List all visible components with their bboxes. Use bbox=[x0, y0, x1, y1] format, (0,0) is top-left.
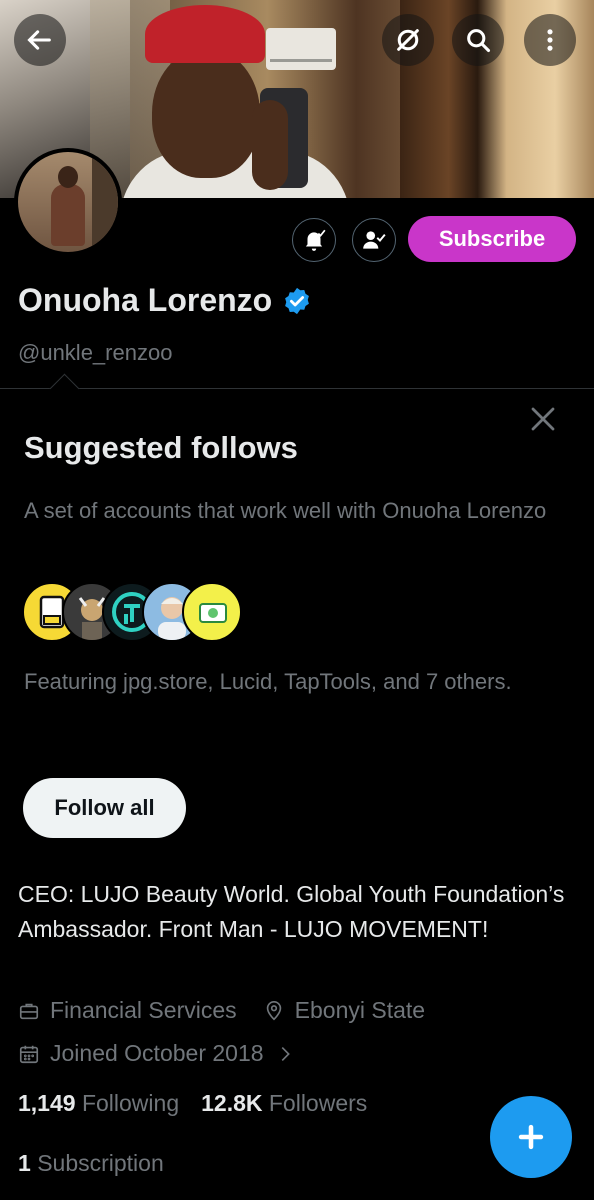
subscriptions-label: Subscription bbox=[37, 1150, 164, 1176]
search-button[interactable] bbox=[452, 14, 504, 66]
banner-air-conditioner bbox=[266, 28, 336, 70]
back-button[interactable] bbox=[14, 14, 66, 66]
profile-name-text: Onuoha Lorenzo bbox=[18, 282, 273, 318]
grok-button[interactable] bbox=[382, 14, 434, 66]
grok-icon bbox=[397, 29, 419, 51]
subscriptions-stat[interactable]: 1 Subscription bbox=[18, 1150, 164, 1177]
suggested-description: A set of accounts that work well with On… bbox=[24, 498, 547, 523]
compose-button[interactable] bbox=[490, 1096, 572, 1178]
chevron-right-icon bbox=[281, 1046, 290, 1061]
following-person-icon bbox=[363, 231, 386, 249]
following-button[interactable] bbox=[352, 218, 396, 262]
profile-category[interactable]: Financial Services bbox=[50, 997, 237, 1024]
close-icon[interactable] bbox=[528, 404, 558, 434]
search-icon bbox=[467, 29, 491, 53]
avatar-head bbox=[58, 166, 78, 188]
followers-count: 12.8K bbox=[201, 1090, 263, 1116]
suggested-title: Suggested follows bbox=[24, 430, 298, 465]
verified-badge-icon[interactable] bbox=[282, 286, 312, 316]
more-vertical-icon bbox=[547, 29, 553, 51]
briefcase-icon bbox=[19, 1003, 39, 1019]
plus-icon bbox=[518, 1124, 544, 1150]
banner-hand bbox=[252, 100, 288, 190]
followers-label: Followers bbox=[268, 1090, 368, 1116]
profile-joined-row[interactable]: Joined October 2018 bbox=[18, 1040, 306, 1067]
suggested-divider bbox=[0, 388, 594, 389]
banner-person-face bbox=[152, 48, 260, 178]
subscribe-button[interactable]: Subscribe bbox=[408, 216, 576, 262]
following-stat[interactable]: 1,149 Following bbox=[18, 1090, 179, 1117]
profile-bio: CEO: LUJO Beauty World. Global Youth Fou… bbox=[18, 881, 565, 942]
profile-avatar[interactable] bbox=[14, 148, 122, 256]
location-pin-icon bbox=[266, 1000, 281, 1020]
calendar-icon bbox=[19, 1045, 39, 1063]
profile-joined: Joined October 2018 bbox=[50, 1040, 264, 1066]
suggested-avatar bbox=[182, 582, 242, 642]
notifications-button[interactable] bbox=[292, 218, 336, 262]
following-label: Following bbox=[81, 1090, 180, 1116]
suggested-featuring: Featuring jpg.store, Lucid, TapTools, an… bbox=[24, 669, 512, 694]
follow-all-button[interactable]: Follow all bbox=[23, 778, 186, 838]
profile-name: Onuoha Lorenzo bbox=[18, 282, 312, 319]
notification-bell-icon bbox=[305, 229, 326, 251]
back-arrow-icon bbox=[27, 30, 51, 50]
subscriptions-count: 1 bbox=[18, 1150, 31, 1176]
avatar-suit bbox=[51, 184, 85, 246]
avatar-background bbox=[92, 152, 118, 252]
suggested-caret bbox=[49, 373, 80, 404]
profile-handle: @unkle_renzoo bbox=[18, 340, 173, 365]
profile-stats: 1,149 Following 12.8K Followers bbox=[18, 1090, 367, 1117]
followers-stat[interactable]: 12.8K Followers bbox=[201, 1090, 367, 1117]
banner-person-cap bbox=[145, 5, 265, 63]
profile-location: Ebonyi State bbox=[294, 997, 426, 1023]
profile-meta-row: Financial Services Ebonyi State bbox=[18, 997, 425, 1024]
more-button[interactable] bbox=[524, 14, 576, 66]
following-count: 1,149 bbox=[18, 1090, 76, 1116]
